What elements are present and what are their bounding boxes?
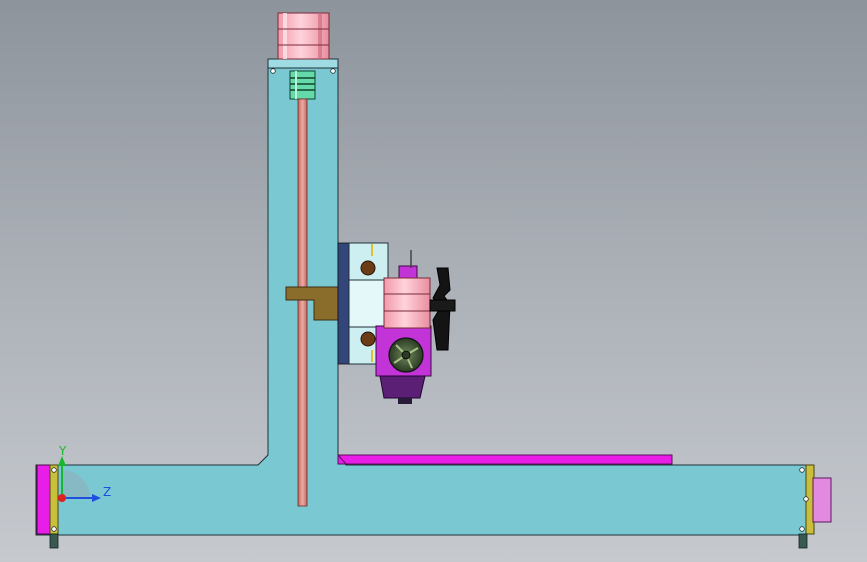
frame-hole	[51, 467, 57, 473]
guide-rail	[337, 454, 673, 465]
frame-hole	[51, 526, 57, 532]
cad-viewport[interactable]: Y Z	[0, 0, 867, 562]
lead-screw	[297, 98, 308, 507]
frame-hole	[799, 526, 805, 532]
stepper-motor-top[interactable]	[277, 12, 330, 60]
origin-dot	[58, 494, 66, 502]
shaft-coupler	[289, 70, 316, 100]
assembly-drawing: Y Z	[35, 12, 832, 549]
bearing-nut	[360, 331, 376, 347]
motor-mount-plate	[267, 58, 339, 69]
mount-screw-hole	[270, 68, 276, 74]
bearing-nut	[360, 260, 376, 276]
extruder-motor	[383, 277, 431, 329]
cooling-fan	[388, 337, 424, 373]
heatsink-fan	[429, 267, 456, 351]
frame-hole	[799, 467, 805, 473]
frame-hole	[803, 496, 809, 502]
z-axis-label: Z	[103, 485, 111, 499]
left-end-cap	[36, 464, 59, 549]
y-axis-label: Y	[58, 444, 67, 458]
mount-screw-hole	[330, 68, 336, 74]
